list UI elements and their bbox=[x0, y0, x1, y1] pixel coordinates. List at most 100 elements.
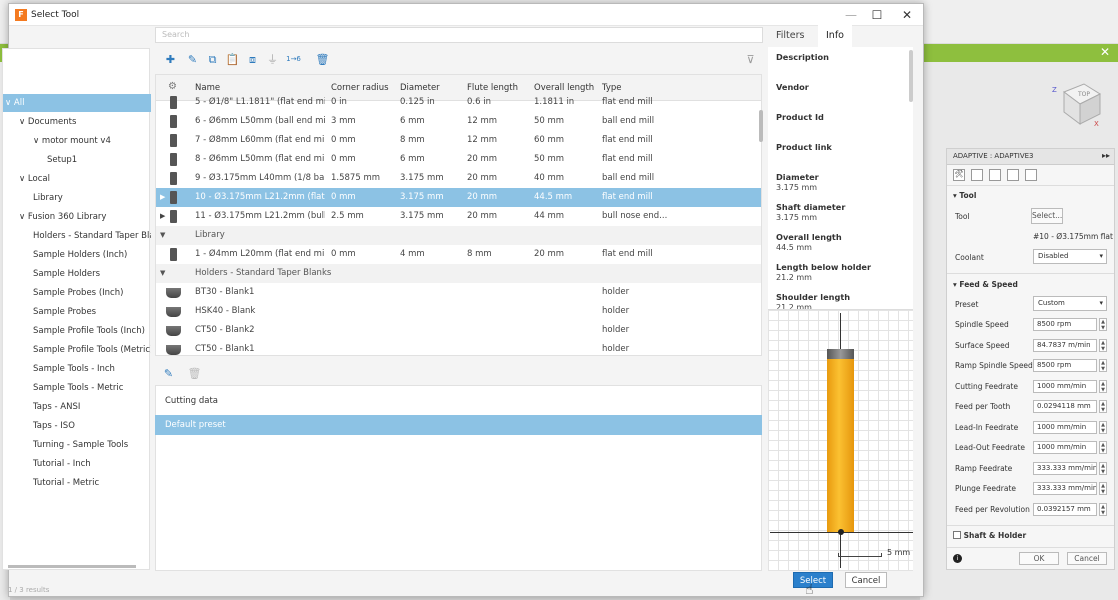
edit-preset-icon[interactable]: ✎ bbox=[161, 366, 176, 381]
minimize-icon[interactable]: — bbox=[837, 7, 865, 23]
adaptive-cancel-button[interactable]: Cancel bbox=[1067, 552, 1107, 565]
column-corner-radius[interactable]: Corner radius bbox=[331, 83, 389, 93]
spinner-icon[interactable]: ▲ ▼ bbox=[1099, 379, 1107, 393]
tree-item[interactable]: ∨ Local bbox=[3, 170, 151, 188]
tree-item[interactable]: Sample Tools - Metric bbox=[3, 379, 151, 397]
feed-field-input[interactable]: 8500 rpm bbox=[1033, 359, 1097, 372]
spinner-icon[interactable]: ▲ ▼ bbox=[1099, 441, 1107, 454]
settings-gear-icon[interactable]: ⚙ bbox=[168, 81, 177, 92]
table-row[interactable]: BT30 - Blank1 holder bbox=[156, 283, 761, 302]
tree-item[interactable]: ∨ motor mount v4 bbox=[3, 132, 151, 150]
table-row[interactable]: ▶ 10 - Ø3.175mm L21.2mm (flat e... 0 mm 3.1… bbox=[156, 188, 761, 207]
tree-item[interactable]: Sample Tools - Inch bbox=[3, 360, 151, 378]
search-input[interactable]: Search bbox=[155, 27, 763, 43]
tree-item[interactable]: Taps - ISO bbox=[3, 417, 151, 435]
feed-field-input[interactable]: 1000 mm/min bbox=[1033, 441, 1097, 454]
tree-item[interactable]: Sample Probes bbox=[3, 303, 151, 321]
tree-item[interactable]: Sample Profile Tools (Inch) bbox=[3, 322, 151, 340]
heights-tab-icon[interactable] bbox=[989, 169, 1001, 181]
tree-item[interactable]: Setup1 bbox=[3, 151, 151, 169]
feed-field-input[interactable]: 1000 mm/min bbox=[1033, 420, 1097, 434]
tree-item[interactable]: Sample Holders (Inch) bbox=[3, 246, 151, 264]
column-overall-length[interactable]: Overall length bbox=[534, 83, 594, 93]
coolant-select[interactable]: Disabled bbox=[1033, 249, 1107, 264]
spinner-icon[interactable]: ▲ ▼ bbox=[1099, 420, 1107, 434]
spinner-icon[interactable]: ▲ ▼ bbox=[1099, 359, 1107, 372]
tree-item[interactable]: Tutorial - Inch bbox=[3, 455, 151, 473]
table-group-row[interactable]: ▼ Library bbox=[156, 226, 761, 245]
close-icon[interactable]: ✕ bbox=[1098, 45, 1112, 59]
copy-tool-icon[interactable]: ⧉ bbox=[205, 52, 220, 67]
holder-icon[interactable]: ⏚ bbox=[265, 52, 280, 67]
tree-item[interactable]: ∨ All bbox=[3, 94, 151, 112]
clear-filter-icon[interactable]: ⊽ bbox=[743, 52, 758, 67]
tool-tab-icon[interactable]: 🛠 bbox=[953, 169, 965, 181]
expand-arrow-icon[interactable]: ▼ bbox=[160, 226, 165, 245]
cancel-button[interactable]: Cancel bbox=[845, 572, 887, 588]
adaptive-ok-button[interactable]: OK bbox=[1019, 552, 1059, 565]
tree-item[interactable]: Sample Probes (Inch) bbox=[3, 284, 151, 302]
tree-item[interactable]: Tutorial - Metric bbox=[3, 474, 151, 492]
feed-field-input[interactable]: 0.0294118 mm bbox=[1033, 400, 1097, 413]
tree-item[interactable]: Library bbox=[3, 189, 151, 207]
feed-field-input[interactable]: 8500 rpm bbox=[1033, 318, 1097, 331]
table-vertical-scrollbar[interactable] bbox=[759, 110, 763, 142]
duplicate-tool-icon[interactable]: ⧈ bbox=[245, 52, 260, 67]
edit-tool-icon[interactable]: ✎ bbox=[185, 52, 200, 67]
tool-section-title[interactable]: ▾ Tool bbox=[953, 191, 976, 200]
preset-select[interactable]: Custom bbox=[1033, 296, 1107, 311]
spinner-icon[interactable]: ▲ ▼ bbox=[1099, 502, 1107, 516]
feed-field-input[interactable]: 1000 mm/min bbox=[1033, 379, 1097, 393]
feed-field-input[interactable]: 0.0392157 mm bbox=[1033, 502, 1097, 516]
add-tool-icon[interactable]: ✚ bbox=[163, 52, 178, 67]
info-icon[interactable]: i bbox=[953, 554, 962, 563]
expand-icon[interactable]: ▸▸ bbox=[1102, 151, 1110, 160]
tool-select-button[interactable]: Select... bbox=[1031, 208, 1063, 224]
expand-arrow-icon[interactable]: ▶ bbox=[160, 188, 165, 207]
table-row[interactable]: CT50 - Blank2 holder bbox=[156, 321, 761, 340]
expand-arrow-icon[interactable]: ▼ bbox=[160, 264, 165, 283]
tab-filters[interactable]: Filters bbox=[768, 25, 812, 47]
column-flute-length[interactable]: Flute length bbox=[467, 83, 518, 93]
spinner-icon[interactable]: ▲ ▼ bbox=[1099, 461, 1107, 475]
table-row[interactable]: HSK40 - Blank holder bbox=[156, 302, 761, 321]
tree-item[interactable]: ∨ Documents bbox=[3, 113, 151, 131]
spinner-icon[interactable]: ▲ ▼ bbox=[1099, 400, 1107, 413]
renumber-icon[interactable]: 1→6 bbox=[286, 52, 301, 67]
feed-field-input[interactable]: 333.333 mm/min bbox=[1033, 461, 1097, 475]
table-row[interactable]: 9 - Ø3.175mm L40mm (1/8 ball... 1.5875 mm… bbox=[156, 169, 761, 188]
tree-item[interactable]: Taps - ANSI bbox=[3, 398, 151, 416]
close-icon[interactable]: ✕ bbox=[893, 7, 921, 23]
tree-horizontal-scrollbar[interactable] bbox=[8, 565, 136, 568]
tree-item[interactable]: Sample Holders bbox=[3, 265, 151, 283]
table-row[interactable]: 8 - Ø6mm L50mm (flat end mill) 0 mm 6 mm 20… bbox=[156, 150, 761, 169]
spinner-icon[interactable]: ▲ ▼ bbox=[1099, 318, 1107, 331]
column-type[interactable]: Type bbox=[602, 83, 622, 93]
feed-field-input[interactable]: 84.7837 m/min bbox=[1033, 338, 1097, 352]
passes-tab-icon[interactable] bbox=[1007, 169, 1019, 181]
tree-item[interactable]: Holders - Standard Taper Blar bbox=[3, 227, 151, 245]
delete-preset-icon[interactable]: 🗑 bbox=[187, 366, 202, 381]
shaft-holder-section[interactable]: Shaft & Holder bbox=[953, 531, 1026, 540]
spinner-icon[interactable]: ▲ ▼ bbox=[1099, 338, 1107, 352]
tab-info[interactable]: Info bbox=[818, 25, 852, 47]
feed-speed-section-title[interactable]: ▾ Feed & Speed bbox=[953, 280, 1018, 289]
tree-item[interactable]: Sample Profile Tools (Metric) bbox=[3, 341, 151, 359]
delete-tool-icon[interactable]: 🗑 bbox=[315, 52, 330, 67]
linking-tab-icon[interactable] bbox=[1025, 169, 1037, 181]
maximize-icon[interactable]: ☐ bbox=[863, 7, 891, 23]
feed-field-input[interactable]: 333.333 mm/min bbox=[1033, 482, 1097, 495]
table-row[interactable]: 7 - Ø8mm L60mm (flat end mill) 0 mm 8 mm 12… bbox=[156, 131, 761, 150]
paste-tool-icon[interactable]: 📋 bbox=[225, 52, 240, 67]
table-row[interactable]: CT50 - Blank1 holder bbox=[156, 340, 761, 355]
tree-item[interactable]: Turning - Sample Tools bbox=[3, 436, 151, 454]
expand-arrow-icon[interactable]: ▶ bbox=[160, 207, 165, 226]
tree-item[interactable]: ∨ Fusion 360 Library bbox=[3, 208, 151, 226]
table-row[interactable]: 6 - Ø6mm L50mm (ball end mill) 3 mm 6 mm 12… bbox=[156, 112, 761, 131]
table-group-row[interactable]: ▼ Holders - Standard Taper Blanks bbox=[156, 264, 761, 283]
column-name[interactable]: Name bbox=[195, 83, 220, 93]
viewcube-icon[interactable]: TOP Z X bbox=[1050, 78, 1105, 133]
geometry-tab-icon[interactable] bbox=[971, 169, 983, 181]
default-preset-row[interactable]: Default preset bbox=[155, 415, 762, 435]
table-row[interactable]: 5 - Ø1/8" L1.1811" (flat end mill) 0 in 0.… bbox=[156, 93, 761, 112]
